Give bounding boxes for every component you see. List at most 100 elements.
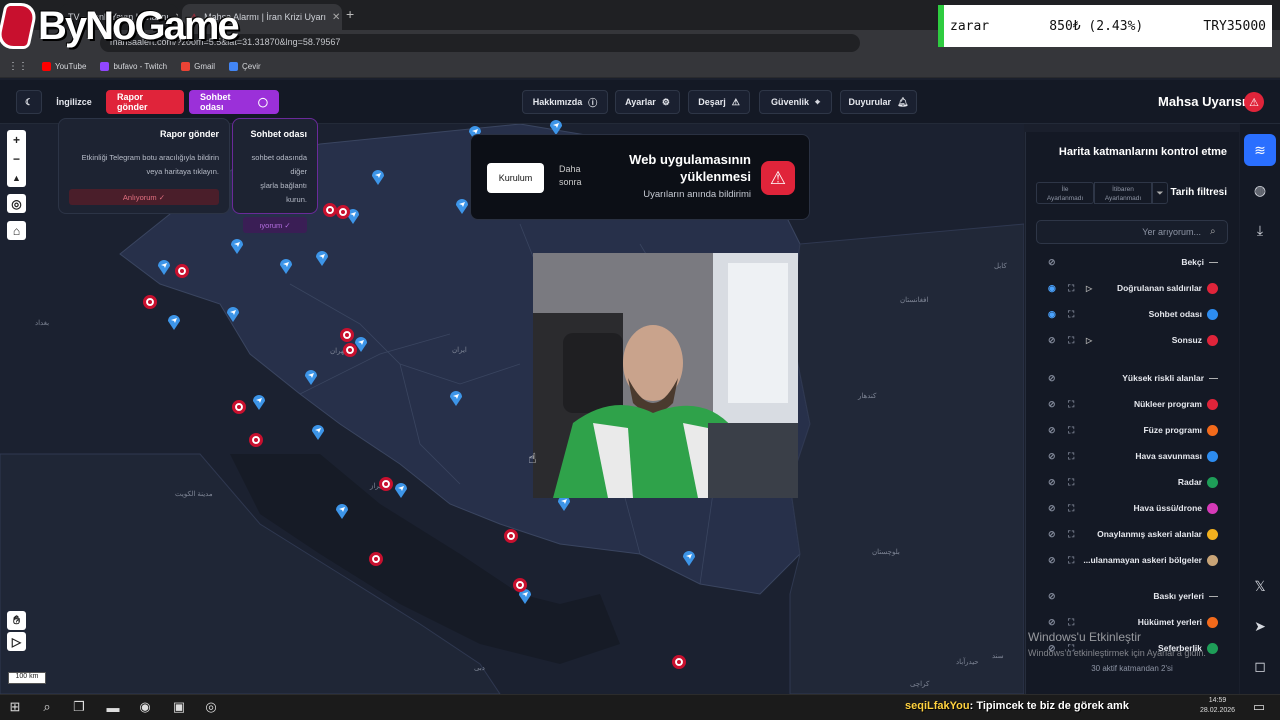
layer-group-header[interactable]: ⊘ Bekçi — [1026, 252, 1226, 272]
attack-target-icon[interactable] [249, 433, 263, 447]
layer-row[interactable]: ⊘ ⛶ Radar [1026, 472, 1226, 492]
filter-icon[interactable]: ⏷ [1152, 182, 1168, 204]
attack-target-icon[interactable] [232, 400, 246, 414]
apps-icon[interactable]: ⋮⋮ [8, 61, 28, 72]
eye-icon[interactable]: ◉ [1048, 283, 1056, 294]
telegram-pin-icon[interactable] [371, 168, 385, 185]
eye-off-icon[interactable]: ⊘ [1048, 555, 1056, 566]
play-icon[interactable]: ▷ [1086, 284, 1092, 293]
attack-target-icon[interactable] [323, 203, 337, 217]
layer-row[interactable]: ⊘ ⛶ ▷ Sonsuz [1026, 330, 1226, 350]
instagram-icon[interactable]: ◻ [1244, 650, 1276, 682]
layer-row[interactable]: ⊘ ⛶ Füze programı [1026, 420, 1226, 440]
collapse-icon[interactable]: — [1209, 257, 1218, 267]
attack-target-icon[interactable] [336, 205, 350, 219]
eye-off-icon[interactable]: ⊘ [1048, 477, 1056, 488]
eye-off-icon[interactable]: ⊘ [1048, 335, 1056, 346]
telegram-pin-icon[interactable] [252, 393, 266, 410]
focus-icon[interactable]: ⛶ [1068, 309, 1074, 320]
download-icon[interactable]: ⤓ [1244, 214, 1276, 246]
attack-target-icon[interactable] [369, 552, 383, 566]
date-from-field[interactable]: İle Ayarlanmadı [1036, 182, 1094, 204]
eye-off-icon[interactable]: ⊘ [1048, 399, 1056, 410]
attack-target-icon[interactable] [672, 655, 686, 669]
close-icon[interactable]: ✕ [332, 12, 340, 23]
eye-off-icon[interactable]: ⊘ [1048, 591, 1056, 602]
attack-target-icon[interactable] [343, 343, 357, 357]
theme-toggle-button[interactable]: ☾ [16, 90, 42, 114]
collapse-icon[interactable]: — [1209, 373, 1218, 383]
settings-button[interactable]: Ayarlar ⚙ [615, 90, 680, 114]
compass-icon[interactable]: ▲ [7, 168, 26, 187]
eye-off-icon[interactable]: ⊘ [1048, 503, 1056, 514]
date-to-field[interactable]: İtibaren Ayarlanmadı [1094, 182, 1152, 204]
telegram-pin-icon[interactable] [311, 423, 325, 440]
bookmark-twitch[interactable]: bufavo - Twitch [100, 62, 167, 71]
about-button[interactable]: Hakkımızda ⓘ [522, 90, 608, 114]
telegram-pin-icon[interactable] [549, 118, 563, 135]
focus-icon[interactable]: ⛶ [1068, 503, 1074, 514]
chrome-icon[interactable]: ◉ [136, 698, 154, 716]
report-button[interactable]: Rapor gönder [106, 90, 184, 114]
layer-row[interactable]: ⊘ ⛶ ...ulanamayan askeri bölgeler [1026, 550, 1226, 570]
file-explorer-icon[interactable]: ▬ [104, 698, 122, 716]
layer-row[interactable]: ◉ ⛶ ▷ Doğrulanan saldırılar [1026, 278, 1226, 298]
task-view-icon[interactable]: ❐ [70, 698, 88, 716]
layer-row[interactable]: ⊘ ⛶ Hava savunması [1026, 446, 1226, 466]
acknowledge-button[interactable]: Anlıyorum ✓ [69, 189, 219, 205]
focus-icon[interactable]: ⛶ [1068, 425, 1074, 436]
app-icon[interactable]: ▣ [170, 698, 188, 716]
announcements-button[interactable]: Duyurular 🔔︎ [840, 90, 917, 114]
eye-off-icon[interactable]: ⊘ [1048, 425, 1056, 436]
eye-icon[interactable]: ◉ [1048, 309, 1056, 320]
telegram-pin-icon[interactable] [682, 549, 696, 566]
attack-target-icon[interactable] [340, 328, 354, 342]
zoom-in-button[interactable]: + [7, 130, 26, 149]
focus-icon[interactable]: ⛶ [1068, 399, 1074, 410]
locate-icon[interactable]: ◎ [7, 194, 26, 213]
zoom-out-button[interactable]: − [7, 149, 26, 168]
windows-start-icon[interactable]: ⊞ [6, 698, 24, 716]
eye-off-icon[interactable]: ⊘ [1048, 529, 1056, 540]
telegram-pin-icon[interactable] [394, 481, 408, 498]
focus-icon[interactable]: ⛶ [1068, 529, 1074, 540]
bookmark-youtube[interactable]: YouTube [42, 62, 86, 71]
x-social-icon[interactable]: 𝕏 [1244, 570, 1276, 602]
attack-target-icon[interactable] [143, 295, 157, 309]
focus-icon[interactable]: ⛶ [1068, 477, 1074, 488]
play-icon[interactable]: ▷ [1086, 336, 1092, 345]
language-button[interactable]: İngilizce [48, 90, 100, 114]
globe-icon[interactable]: ◍ [1244, 174, 1276, 206]
telegram-pin-icon[interactable] [230, 237, 244, 254]
acknowledge-button[interactable]: ıyorum ✓ [243, 217, 307, 233]
collapse-icon[interactable]: — [1209, 591, 1218, 601]
focus-icon[interactable]: ⛶ [1068, 451, 1074, 462]
attack-target-icon[interactable] [175, 264, 189, 278]
eye-off-icon[interactable]: ⊘ [1048, 257, 1056, 268]
focus-icon[interactable]: ⛶ [1068, 555, 1074, 566]
attack-target-icon[interactable] [513, 578, 527, 592]
evacuation-button[interactable]: Deşarj ⚠ [688, 90, 750, 114]
later-button[interactable]: Daha sonra [559, 163, 589, 189]
install-button[interactable]: Kurulum [487, 163, 544, 193]
telegram-icon[interactable]: ➤ [1244, 610, 1276, 642]
telegram-pin-icon[interactable] [157, 258, 171, 275]
layer-row[interactable]: ⊘ ⛶ Hava üssü/drone [1026, 498, 1226, 518]
focus-icon[interactable]: ⛶ [1068, 335, 1074, 346]
attack-target-icon[interactable] [504, 529, 518, 543]
layer-row[interactable]: ⊘ ⛶ Nükleer program [1026, 394, 1226, 414]
telegram-pin-icon[interactable] [304, 368, 318, 385]
play-icon[interactable]: ▷ [7, 632, 26, 651]
layer-group-header[interactable]: ⊘ Baskı yerleri — [1026, 586, 1226, 606]
layers-icon[interactable]: ≋ [1244, 134, 1276, 166]
telegram-pin-icon[interactable] [226, 305, 240, 322]
hand-icon[interactable]: ✋︎ [7, 611, 26, 630]
focus-icon[interactable]: ⛶ [1068, 283, 1074, 294]
eye-off-icon[interactable]: ⊘ [1048, 617, 1056, 628]
notification-icon[interactable]: ▭ [1250, 698, 1268, 716]
home-icon[interactable]: ⌂ [7, 221, 26, 240]
telegram-pin-icon[interactable] [335, 502, 349, 519]
security-button[interactable]: Güvenlik ⌖ [759, 90, 832, 114]
bookmark-translate[interactable]: Çevir [228, 62, 261, 71]
layer-row[interactable]: ⊘ ⛶ Hükümet yerleri [1026, 612, 1226, 632]
